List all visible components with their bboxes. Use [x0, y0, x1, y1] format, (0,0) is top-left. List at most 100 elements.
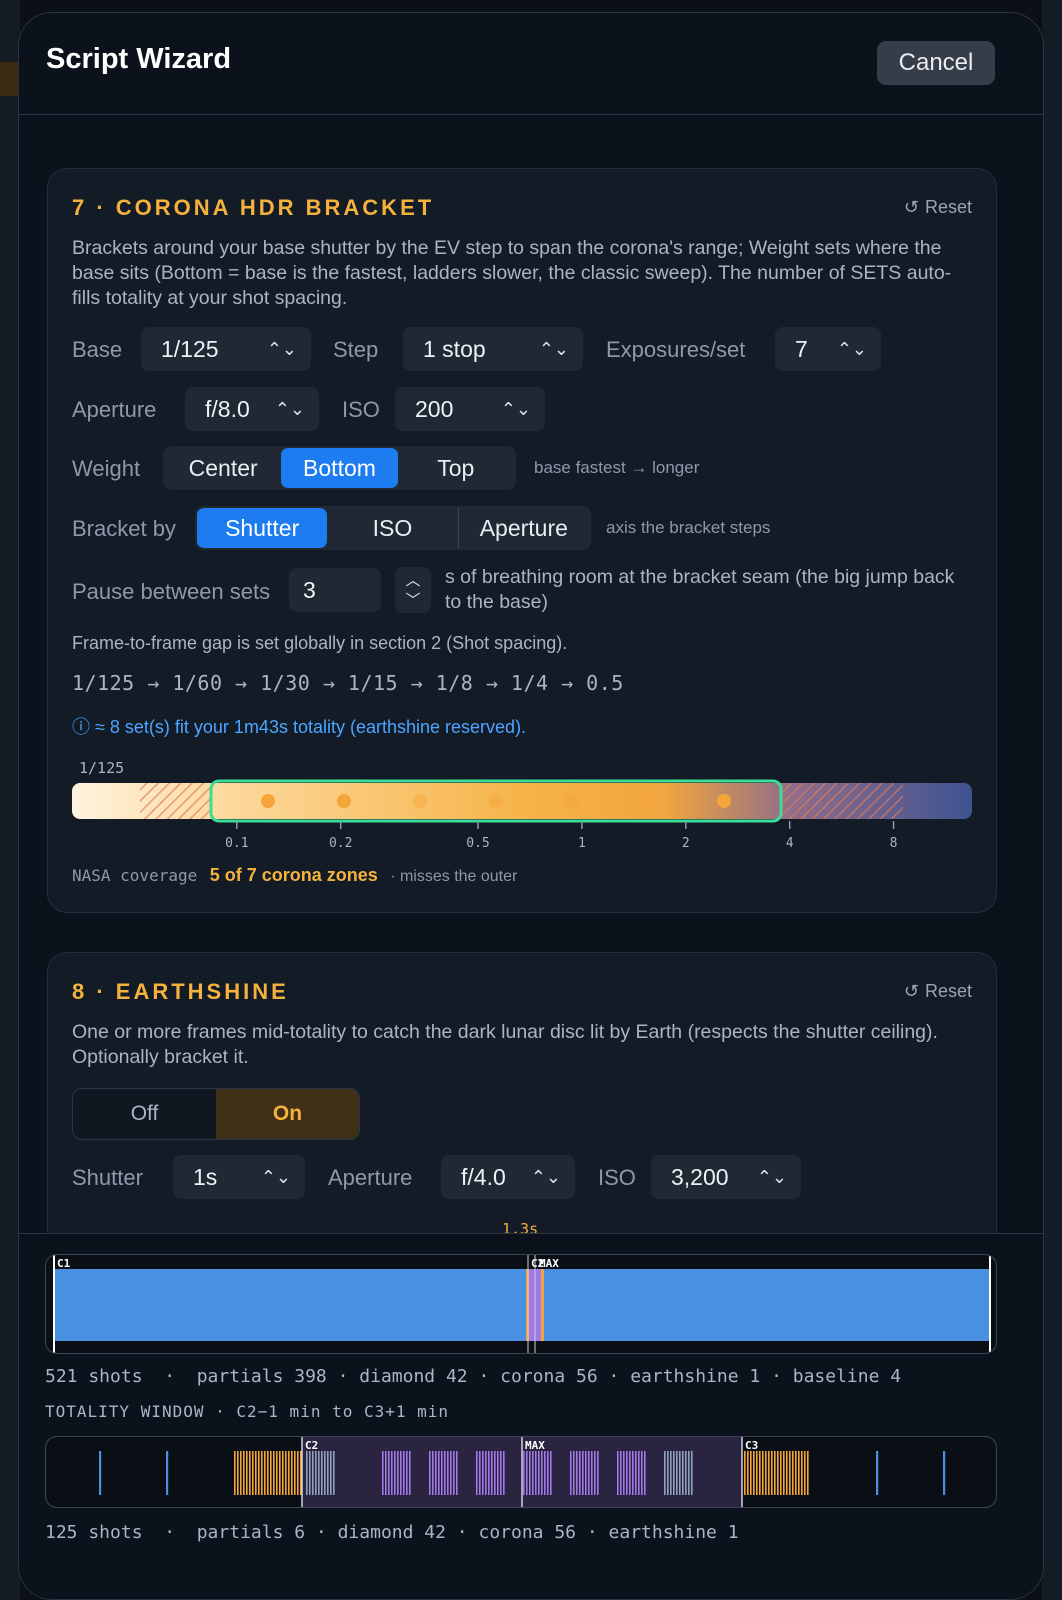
scale-tick-label: 8 [890, 836, 898, 851]
shot-mark [279, 1451, 281, 1495]
shot-mark [762, 1451, 764, 1495]
shutter-select[interactable]: 1s ⌃⌄ [173, 1155, 305, 1199]
totality-band-diamond-c3 [541, 1269, 544, 1341]
exposures-value: 7 [795, 336, 808, 362]
shot-mark [488, 1451, 490, 1495]
shot-mark [550, 1451, 552, 1495]
bracket-option-shutter[interactable]: Shutter [197, 508, 328, 548]
bracket-exposure-dot [717, 794, 731, 808]
weight-option-bottom[interactable]: Bottom [281, 448, 398, 488]
updown-chevron-icon: ⌃⌄ [500, 399, 531, 419]
shot-mark [523, 1451, 525, 1495]
cancel-button[interactable]: Cancel [877, 41, 995, 85]
bracket-option-aperture[interactable]: Aperture [459, 508, 589, 548]
shot-mark [579, 1451, 581, 1495]
pause-note: s of breathing room at the bracket seam … [445, 566, 955, 613]
shot-mark [591, 1451, 593, 1495]
shot-mark [485, 1451, 487, 1495]
iso-select[interactable]: 3,200 ⌃⌄ [651, 1155, 801, 1199]
info-line: ⓘ ≈ 8 set(s) fit your 1m43s totality (ea… [72, 713, 526, 739]
shot-mark [582, 1451, 584, 1495]
aperture-select[interactable]: f/8.0 ⌃⌄ [185, 387, 319, 431]
shot-mark [276, 1451, 278, 1495]
contact-label-max: MAX [539, 1257, 559, 1270]
chevron-down-icon[interactable]: ﹀ [395, 589, 431, 610]
reset-icon: ↺ [903, 981, 919, 1001]
shutter-chain: 1/125 → 1/60 → 1/30 → 1/15 → 1/8 → 1/4 →… [72, 671, 624, 695]
shot-mark [807, 1451, 809, 1495]
shot-mark [620, 1451, 622, 1495]
base-label: Base [72, 337, 123, 362]
shot-mark [500, 1451, 502, 1495]
shot-mark [261, 1451, 263, 1495]
exposures-select[interactable]: 7 ⌃⌄ [775, 327, 881, 371]
shot-mark [252, 1451, 254, 1495]
coverage-suffix: · misses the outer [390, 868, 518, 885]
shot-mark [532, 1451, 534, 1495]
shot-mark [273, 1451, 275, 1495]
shot-mark [774, 1451, 776, 1495]
toggle-off[interactable]: Off [73, 1089, 216, 1139]
pause-label: Pause between sets [72, 579, 271, 604]
shot-mark [641, 1451, 643, 1495]
shutter-label: Shutter [72, 1165, 143, 1190]
shot-mark [547, 1451, 549, 1495]
shot-mark [638, 1451, 640, 1495]
contact-label-c3: C3 [745, 1439, 758, 1452]
reset-label: Reset [924, 197, 972, 217]
updown-chevron-icon: ⌃⌄ [538, 339, 569, 359]
weight-option-center[interactable]: Center [165, 448, 281, 488]
totality-window-chart: C2 MAX C3 [99, 1437, 946, 1507]
shot-mark [444, 1451, 446, 1495]
step-label: Step [333, 337, 379, 362]
weight-option-top[interactable]: Top [398, 448, 514, 488]
modal-title: Script Wizard [46, 43, 232, 75]
info-text: ≈ 8 set(s) fit your 1m43s totality (eart… [95, 717, 527, 737]
shot-mark [503, 1451, 505, 1495]
shot-mark [240, 1451, 242, 1495]
shot-mark [789, 1451, 791, 1495]
pause-input[interactable]: 3 [289, 568, 381, 612]
totality-window-timeline[interactable]: C2 MAX C3 [45, 1436, 997, 1508]
shot-mark [632, 1451, 634, 1495]
shot-mark [318, 1451, 320, 1495]
totality-window-summary: 125 shots · partials 6 · diamond 42 · co… [45, 1522, 739, 1543]
bracket-exposure-dot [413, 794, 427, 808]
shot-mark [249, 1451, 251, 1495]
bracket-exposure-dot [565, 794, 579, 808]
shot-mark [255, 1451, 257, 1495]
section-earthshine: 8 · EARTHSHINE ↺ Reset One or more frames… [47, 952, 997, 1270]
reset-button[interactable]: ↺ Reset [904, 197, 972, 218]
shot-mark [786, 1451, 788, 1495]
reset-button[interactable]: ↺ Reset [904, 981, 972, 1002]
aperture-select[interactable]: f/4.0 ⌃⌄ [441, 1155, 575, 1199]
shot-mark [623, 1451, 625, 1495]
base-select[interactable]: 1/125 ⌃⌄ [141, 327, 311, 371]
shot-mark [573, 1451, 575, 1495]
shot-mark [324, 1451, 326, 1495]
full-timeline[interactable]: C1 C2 MAX [45, 1254, 997, 1354]
shot-mark [406, 1451, 408, 1495]
toggle-on[interactable]: On [216, 1089, 359, 1139]
iso-select[interactable]: 200 ⌃⌄ [395, 387, 545, 431]
scale-tick-label: 0.2 [329, 836, 352, 851]
chevron-up-icon[interactable]: ︿ [395, 569, 431, 590]
shot-mark [456, 1451, 458, 1495]
shutter-value: 1s [193, 1164, 218, 1190]
shot-mark [759, 1451, 761, 1495]
shot-mark [792, 1451, 794, 1495]
wizard-scroll-area[interactable]: 7 · CORONA HDR BRACKET ↺ Reset Brackets a… [19, 116, 1043, 1270]
shot-mark [264, 1451, 266, 1495]
scale-tick-label: 1 [578, 836, 586, 851]
step-select[interactable]: 1 stop ⌃⌄ [403, 327, 583, 371]
shot-mark [491, 1451, 493, 1495]
shot-mark [385, 1451, 387, 1495]
contact-label-c2: C2 [305, 1439, 318, 1452]
pause-stepper[interactable]: ︿ ﹀ [395, 567, 431, 613]
shot-mark [99, 1451, 102, 1495]
updown-chevron-icon: ⌃⌄ [836, 339, 867, 359]
shot-mark [576, 1451, 578, 1495]
weight-label: Weight [72, 456, 141, 481]
bracket-option-iso[interactable]: ISO [327, 508, 459, 548]
shot-mark [294, 1451, 296, 1495]
